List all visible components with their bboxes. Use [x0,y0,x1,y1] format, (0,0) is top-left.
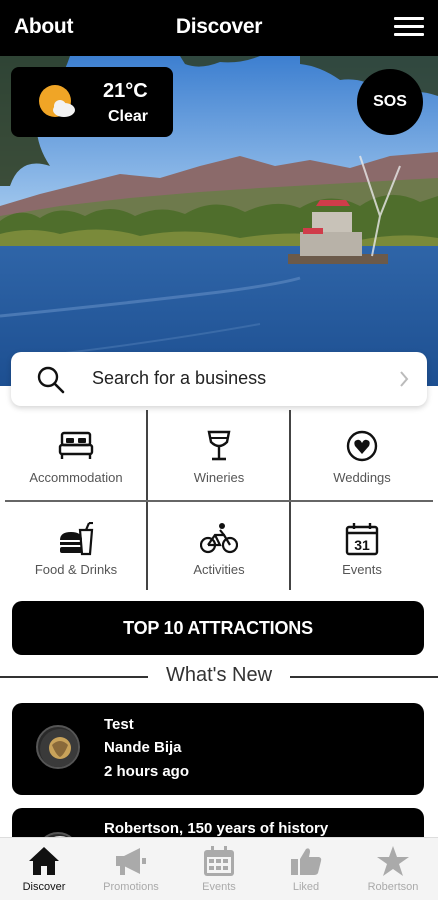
nav-events[interactable]: Events [175,838,263,900]
nav-discover[interactable]: Discover [0,838,88,900]
page-title: Discover [175,15,263,38]
whats-new-title: What's New [165,664,273,686]
weather-widget[interactable]: 21°C Clear [11,67,173,137]
partly-cloudy-icon [39,85,75,117]
top-10-attractions-button[interactable]: TOP 10 ATTRACTIONS [12,601,424,655]
top-app-bar: About Discover [0,0,438,56]
category-weddings[interactable]: Weddings [291,410,433,500]
category-food-drinks[interactable]: Food & Drinks [5,502,147,592]
search-placeholder: Search for a business [92,368,267,388]
search-icon [37,366,65,394]
burger-drink-icon [60,522,94,556]
bottom-navigation: Discover Promotions Events Liked Roberts… [0,837,438,900]
nav-label: Robertson [367,881,419,893]
calendar-31-icon: 31 [345,523,379,556]
nav-label: Promotions [103,881,159,893]
star-icon [377,846,409,876]
category-label: Wineries [193,470,245,485]
news-timestamp: 2 hours ago [104,763,190,780]
wine-glass-icon [207,430,231,461]
business-search-bar[interactable]: Search for a business [11,352,427,406]
chevron-right-icon [400,371,409,387]
svg-text:31: 31 [354,537,370,553]
cyclist-icon [200,523,238,554]
category-label: Events [342,562,382,577]
category-grid: Accommodation Wineries Weddings Food & D… [5,410,433,590]
bed-icon [58,431,94,459]
news-author: Nande Bija [104,739,182,756]
calendar-icon [204,846,234,876]
nav-promotions[interactable]: Promotions [87,838,175,900]
nav-label: Events [202,881,236,893]
home-icon [29,847,59,875]
category-label: Activities [193,562,245,577]
news-title: Robertson, 150 years of history [104,820,329,837]
hamburger-menu-icon[interactable] [394,17,424,39]
nav-label: Liked [292,881,320,893]
news-title: Test [104,716,134,733]
category-accommodation[interactable]: Accommodation [5,410,147,500]
temperature-value: 21°C [103,80,148,102]
weather-condition: Clear [108,108,149,125]
category-label: Accommodation [29,470,123,485]
category-activities[interactable]: Activities [148,502,290,592]
news-card[interactable]: Test Nande Bija 2 hours ago [12,703,424,795]
nav-liked[interactable]: Liked [262,838,350,900]
whats-new-heading: What's New [0,663,438,689]
heart-circle-icon [346,430,378,462]
news-thumbnail [36,725,80,769]
nav-robertson[interactable]: Robertson [349,838,437,900]
category-wineries[interactable]: Wineries [148,410,290,500]
megaphone-icon [116,848,146,875]
thumbs-up-icon [291,848,322,875]
category-label: Weddings [333,470,391,485]
category-label: Food & Drinks [34,562,118,577]
category-events[interactable]: 31 Events [291,502,433,592]
nav-label: Discover [22,881,66,893]
sos-button[interactable]: SOS [357,69,423,135]
